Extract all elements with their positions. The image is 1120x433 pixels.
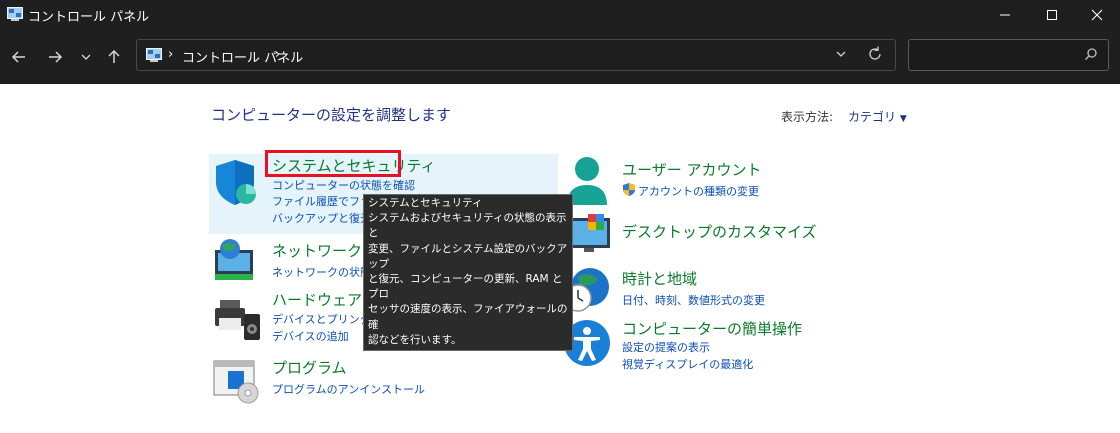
window-title: コントロール パネル xyxy=(28,10,150,25)
arrow-up-icon xyxy=(108,49,120,63)
breadcrumb-control-panel[interactable]: コントロール パネル xyxy=(182,47,303,66)
arrow-left-icon xyxy=(11,51,25,63)
appearance-icon xyxy=(568,214,610,252)
address-history-button[interactable] xyxy=(835,45,847,67)
forward-button[interactable] xyxy=(44,46,66,68)
category-clock-region-title[interactable]: 時計と地域 xyxy=(622,268,697,289)
category-user-accounts-title[interactable]: ユーザー アカウント xyxy=(622,159,761,180)
programs-icon xyxy=(213,360,259,404)
view-by-value: カテゴリ xyxy=(848,110,897,124)
up-button[interactable] xyxy=(103,46,125,68)
search-icon xyxy=(1084,47,1098,67)
view-by-label: 表示方法: xyxy=(781,110,834,124)
navigation-bar: › コントロール パネル › xyxy=(0,30,1120,84)
recent-locations-button[interactable] xyxy=(75,46,97,68)
minimize-icon xyxy=(1000,14,1010,16)
view-by-dropdown[interactable]: カテゴリ ▼ xyxy=(848,108,907,125)
back-button[interactable] xyxy=(8,46,30,68)
link-backup-restore[interactable]: バックアップと復元 xyxy=(272,210,371,226)
breadcrumb-separator[interactable]: › xyxy=(168,47,173,62)
category-tooltip: システムとセキュリティ システムおよびセキュリティの状態の表示と 変更、ファイル… xyxy=(363,194,573,352)
focus-highlight-box xyxy=(265,150,401,177)
page-heading: コンピューターの設定を調整します xyxy=(211,106,452,124)
title-bar: コントロール パネル xyxy=(0,0,1120,30)
shield-icon xyxy=(216,160,256,205)
printer-speaker-icon xyxy=(215,300,260,340)
search-box[interactable] xyxy=(908,39,1109,71)
maximize-icon xyxy=(1047,10,1057,20)
minimize-button[interactable] xyxy=(982,0,1028,30)
link-uninstall-program[interactable]: プログラムのアンインストール xyxy=(272,381,425,397)
tooltip-line: システムおよびセキュリティの状態の表示と xyxy=(368,212,567,240)
caret-down-icon: ▼ xyxy=(899,114,907,124)
control-panel-icon xyxy=(146,48,162,62)
link-check-computer-status[interactable]: コンピューターの状態を確認 xyxy=(272,177,415,193)
chevron-down-icon xyxy=(836,51,846,57)
close-icon xyxy=(1091,9,1103,21)
tooltip-line: 認などを行います。 xyxy=(368,333,462,346)
chevron-down-icon xyxy=(81,54,91,60)
maximize-button[interactable] xyxy=(1029,0,1075,30)
tooltip-line: 変更、ファイルとシステム設定のバックアップ xyxy=(368,242,568,270)
tooltip-line: と復元、コンピューターの更新、RAM とプロ xyxy=(368,273,563,301)
tooltip-line: システムとセキュリティ xyxy=(368,197,483,209)
category-programs-title[interactable]: プログラム xyxy=(272,357,347,378)
link-add-device[interactable]: デバイスの追加 xyxy=(272,328,349,344)
address-bar[interactable]: › コントロール パネル › xyxy=(136,39,896,71)
breadcrumb-separator[interactable]: › xyxy=(275,47,280,62)
arrow-right-icon xyxy=(49,51,63,63)
refresh-button[interactable] xyxy=(867,44,883,68)
link-change-account-type[interactable]: アカウントの種類の変更 xyxy=(638,183,759,199)
link-suggested-settings[interactable]: 設定の提案の表示 xyxy=(622,339,710,355)
link-change-date-time-format[interactable]: 日付、時刻、数値形式の変更 xyxy=(622,292,765,308)
uac-shield-icon xyxy=(623,183,635,196)
refresh-icon xyxy=(869,46,881,60)
link-optimize-visual-display[interactable]: 視覚ディスプレイの最適化 xyxy=(622,356,753,372)
category-ease-of-access-title[interactable]: コンピューターの簡単操作 xyxy=(622,318,802,339)
category-desktop-customization-title[interactable]: デスクトップのカスタマイズ xyxy=(622,221,817,242)
close-button[interactable] xyxy=(1074,0,1120,30)
network-icon xyxy=(215,239,253,280)
tooltip-line: セッサの速度の表示、ファイアウォールの確 xyxy=(368,303,568,331)
control-panel-icon xyxy=(7,7,23,21)
